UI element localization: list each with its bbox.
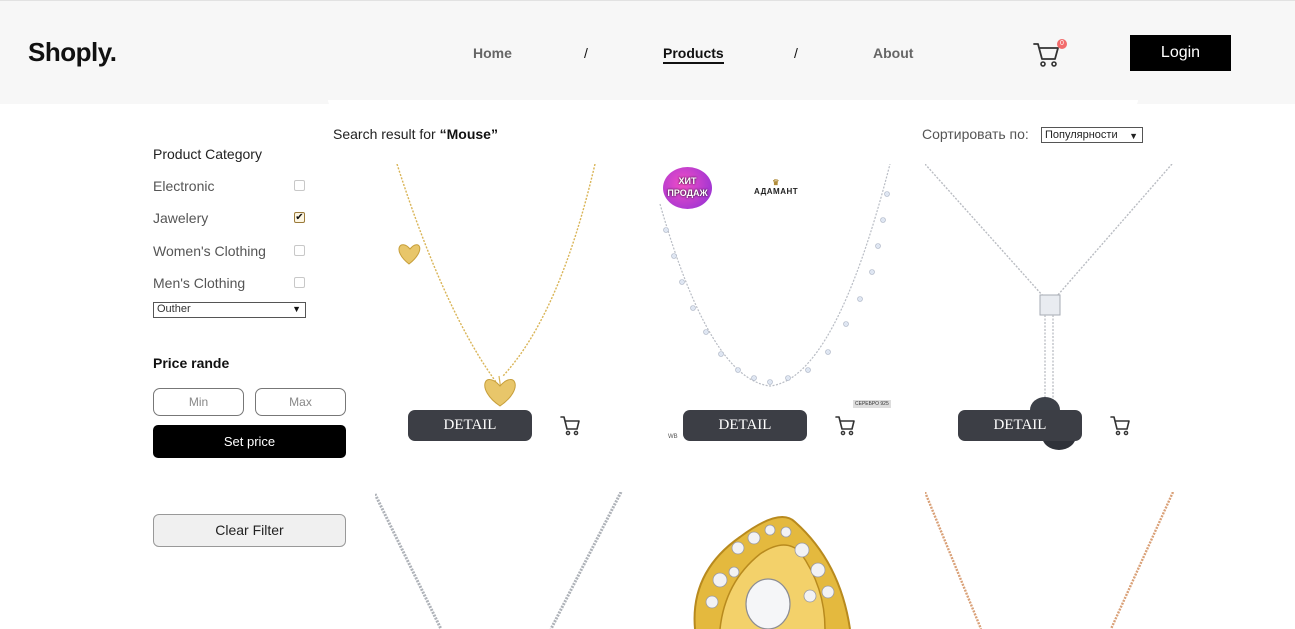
category-checkbox[interactable] [294, 277, 305, 288]
crown-icon: ♛ [772, 178, 780, 187]
other-category-value: Outher [157, 303, 191, 315]
nav-separator: / [794, 45, 798, 61]
hit-badge: ХИТ ПРОДАЖ [663, 167, 712, 209]
product-image [925, 492, 1175, 629]
product-card[interactable]: DETAIL [375, 164, 627, 454]
nav-products[interactable]: Products [663, 45, 724, 64]
product-card[interactable]: ХИТ ПРОДАЖ ♛ АДАМАНТ СЕРЕБРО 925 WB DETAI… [650, 164, 902, 454]
product-image [693, 516, 851, 629]
header: Shoply. Home / Products / About 0 Login [0, 0, 1295, 104]
category-checkbox[interactable] [294, 180, 305, 191]
header-cart-button[interactable]: 0 [1032, 39, 1067, 69]
product-image [375, 492, 623, 629]
chevron-down-icon: ▼ [1129, 131, 1138, 141]
category-label: Jawelery [153, 210, 209, 226]
wb-tag: WB [668, 434, 678, 440]
sort-label: Сортировать по: [922, 126, 1029, 142]
price-range-title: Price rande [153, 355, 230, 371]
category-item-mens-clothing[interactable]: Men's Clothing [153, 275, 308, 295]
clear-filter-button[interactable]: Clear Filter [153, 514, 346, 547]
product-card[interactable] [375, 492, 627, 629]
chevron-down-icon: ▼ [292, 304, 301, 314]
product-card[interactable] [650, 492, 902, 629]
cart-icon[interactable] [1110, 414, 1132, 436]
header-bottom-strip [328, 100, 1138, 107]
logo[interactable]: Shoply. [28, 37, 117, 68]
nav-about[interactable]: About [873, 45, 913, 61]
sort-select[interactable]: Популярности ▼ [1041, 127, 1143, 143]
brand-name: АДАМАНТ [754, 187, 799, 196]
category-label: Men's Clothing [153, 275, 246, 291]
login-button[interactable]: Login [1130, 35, 1231, 71]
detail-button[interactable]: DETAIL [683, 410, 807, 441]
category-label: Electronic [153, 178, 215, 194]
category-checkbox[interactable] [294, 245, 305, 256]
category-label: Women's Clothing [153, 243, 266, 259]
category-item-electronic[interactable]: Electronic [153, 178, 308, 198]
price-min-input[interactable]: Min [153, 388, 244, 416]
category-checkbox[interactable]: ✔ [294, 212, 305, 223]
category-item-womens-clothing[interactable]: Women's Clothing [153, 243, 308, 263]
nav-separator: / [584, 45, 588, 61]
price-max-input[interactable]: Max [255, 388, 346, 416]
check-icon: ✔ [295, 212, 304, 223]
category-item-jewelery[interactable]: Jawelery ✔ [153, 210, 308, 230]
detail-button[interactable]: DETAIL [408, 410, 532, 441]
cart-icon[interactable] [835, 414, 857, 436]
nav-home[interactable]: Home [473, 45, 512, 61]
sort-value: Популярности [1045, 129, 1118, 141]
cart-count-badge: 0 [1057, 39, 1067, 49]
search-query: “Mouse” [439, 126, 498, 142]
cart-icon[interactable] [560, 414, 582, 436]
product-card[interactable]: DETAIL [925, 164, 1177, 454]
search-result-prefix: Search result for [333, 126, 440, 142]
category-title: Product Category [153, 146, 262, 162]
silver-tag: СЕРЕБРО 925 [853, 400, 891, 408]
other-category-select[interactable]: Outher ▼ [153, 302, 306, 318]
brand-logo: ♛ АДАМАНТ [754, 178, 799, 197]
product-card[interactable] [925, 492, 1177, 629]
set-price-button[interactable]: Set price [153, 425, 346, 458]
search-result-text: Search result for “Mouse” [333, 126, 498, 142]
detail-button[interactable]: DETAIL [958, 410, 1082, 441]
